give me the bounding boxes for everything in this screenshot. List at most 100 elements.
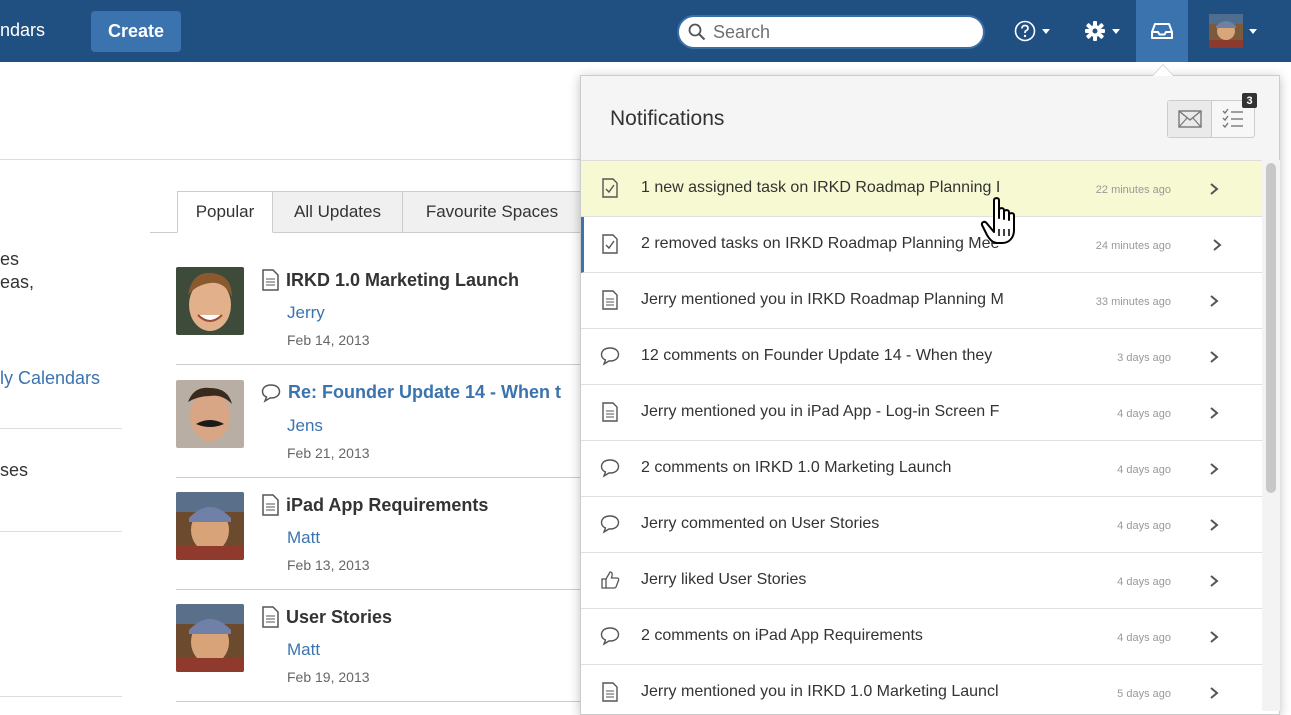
page-icon — [262, 606, 279, 628]
comment-icon — [261, 383, 281, 403]
feed-item-title[interactable]: User Stories — [261, 606, 392, 628]
sidebar-spaces-label: ses — [0, 460, 29, 480]
notification-time: 4 days ago — [1117, 520, 1171, 532]
user-menu-button[interactable] — [1196, 0, 1270, 62]
notification-time: 33 minutes ago — [1095, 296, 1171, 308]
notification-text: Jerry commented on User Stories — [641, 515, 880, 532]
notifications-title: Notifications — [610, 107, 725, 130]
task-icon — [600, 234, 620, 254]
feed-item-title-text: Re: Founder Update 14 - When t — [288, 382, 562, 402]
help-icon — [1014, 20, 1036, 42]
notifications-view-button[interactable] — [1168, 101, 1212, 137]
feed-item-date: Feb 13, 2013 — [287, 557, 370, 573]
chevron-right-icon[interactable] — [1207, 347, 1221, 367]
notification-item[interactable]: Jerry mentioned you in IRKD Roadmap Plan… — [581, 273, 1263, 329]
divider — [176, 477, 586, 478]
chevron-down-icon — [1249, 28, 1257, 34]
page-icon — [262, 494, 279, 516]
feed-item-title[interactable]: iPad App Requirements — [261, 494, 488, 516]
notification-item[interactable]: Jerry mentioned you in iPad App - Log-in… — [581, 385, 1263, 441]
comment-icon — [600, 346, 620, 366]
page-icon — [600, 402, 620, 422]
avatar — [1209, 14, 1243, 48]
feed-item-date: Feb 14, 2013 — [287, 332, 370, 348]
notification-item[interactable]: 1 new assigned task on IRKD Roadmap Plan… — [581, 161, 1263, 217]
notification-time: 4 days ago — [1117, 408, 1171, 420]
notification-item[interactable]: 2 comments on iPad App Requirements 4 day… — [581, 609, 1263, 665]
avatar[interactable] — [176, 492, 244, 560]
feed-item-title[interactable]: IRKD 1.0 Marketing Launch — [261, 269, 519, 291]
feed-item-title-text: iPad App Requirements — [286, 494, 489, 515]
tab-all-updates[interactable]: All Updates — [272, 191, 403, 233]
task-list-icon — [1222, 108, 1243, 129]
feed-item-title-text: IRKD 1.0 Marketing Launch — [286, 269, 520, 290]
notification-item[interactable]: 2 removed tasks on IRKD Roadmap Planning… — [581, 217, 1263, 273]
notification-text: 1 new assigned task on IRKD Roadmap Plan… — [641, 179, 1001, 196]
notification-time: 4 days ago — [1117, 576, 1171, 588]
avatar[interactable] — [176, 267, 244, 335]
my-calendars-link[interactable]: ly Calendars — [0, 368, 100, 389]
notification-item[interactable]: Jerry liked User Stories 4 days ago — [581, 553, 1263, 609]
chevron-right-icon[interactable] — [1207, 459, 1221, 479]
notification-text: 12 comments on Founder Update 14 - When … — [641, 347, 993, 364]
notification-item[interactable]: 2 comments on IRKD 1.0 Marketing Launch 4… — [581, 441, 1263, 497]
notification-time: 24 minutes ago — [1095, 240, 1171, 252]
create-button[interactable]: Create — [91, 11, 181, 52]
divider — [176, 364, 586, 365]
chevron-down-icon — [1112, 28, 1120, 34]
feed-item-author[interactable]: Jerry — [287, 303, 325, 323]
chevron-right-icon[interactable] — [1207, 683, 1221, 703]
chevron-down-icon — [1042, 28, 1050, 34]
chevron-right-icon[interactable] — [1207, 291, 1221, 311]
tab-popular[interactable]: Popular — [177, 191, 273, 233]
chevron-right-icon[interactable] — [1207, 179, 1221, 199]
notification-item[interactable]: Jerry commented on User Stories 4 days ag… — [581, 497, 1263, 553]
feed-item-author[interactable]: Matt — [287, 640, 320, 660]
like-icon — [600, 570, 620, 590]
search-box[interactable] — [677, 15, 985, 49]
notification-time: 4 days ago — [1117, 632, 1171, 644]
search-icon — [688, 23, 706, 41]
feed-item: User Stories Matt Feb 19, 2013 — [176, 604, 586, 694]
page-icon — [600, 682, 620, 702]
notification-item[interactable]: Jerry mentioned you in IRKD 1.0 Marketin… — [581, 665, 1263, 714]
inbox-icon — [1151, 23, 1173, 39]
notification-text: Jerry mentioned you in IRKD Roadmap Plan… — [641, 291, 1004, 308]
feed-item-author[interactable]: Matt — [287, 528, 320, 548]
chevron-right-icon[interactable] — [1207, 403, 1221, 423]
notification-text: 2 comments on iPad App Requirements — [641, 627, 923, 644]
nav-calendars-link[interactable]: ndars — [0, 20, 45, 41]
tasks-count-badge: 3 — [1242, 93, 1257, 108]
task-icon — [600, 178, 620, 198]
notifications-button[interactable] — [1136, 0, 1188, 62]
notification-item[interactable]: 12 comments on Founder Update 14 - When … — [581, 329, 1263, 385]
hand-cursor-icon — [980, 197, 1015, 244]
settings-menu-button[interactable] — [1074, 0, 1130, 62]
notification-time: 4 days ago — [1117, 464, 1171, 476]
page-header — [0, 62, 580, 160]
top-navigation-bar: ndars Create — [0, 0, 1291, 62]
sidebar-text: eas, — [0, 272, 35, 292]
tab-favourite-spaces[interactable]: Favourite Spaces — [402, 191, 582, 233]
notification-text: 2 comments on IRKD 1.0 Marketing Launch — [641, 459, 952, 476]
chevron-right-icon[interactable] — [1207, 571, 1221, 591]
notification-text: Jerry mentioned you in IRKD 1.0 Marketin… — [641, 683, 999, 700]
feed-item: Re: Founder Update 14 - When t Jens Feb … — [176, 380, 586, 470]
feed-item-title-text: User Stories — [286, 606, 393, 627]
notification-text: Jerry mentioned you in iPad App - Log-in… — [641, 403, 1000, 420]
feed-item-title[interactable]: Re: Founder Update 14 - When t — [261, 382, 561, 403]
avatar[interactable] — [176, 604, 244, 672]
divider — [176, 589, 586, 590]
feed-item-author[interactable]: Jens — [287, 416, 323, 436]
divider — [0, 531, 122, 532]
help-menu-button[interactable] — [1005, 0, 1059, 62]
avatar[interactable] — [176, 380, 244, 448]
chevron-right-icon[interactable] — [1207, 515, 1221, 535]
divider — [0, 696, 122, 697]
notification-time: 5 days ago — [1117, 688, 1171, 700]
search-input[interactable] — [713, 21, 973, 43]
chevron-right-icon[interactable] — [1210, 235, 1224, 255]
scrollbar-thumb[interactable] — [1266, 163, 1276, 493]
chevron-right-icon[interactable] — [1207, 627, 1221, 647]
feed-item: iPad App Requirements Matt Feb 13, 2013 — [176, 492, 586, 582]
